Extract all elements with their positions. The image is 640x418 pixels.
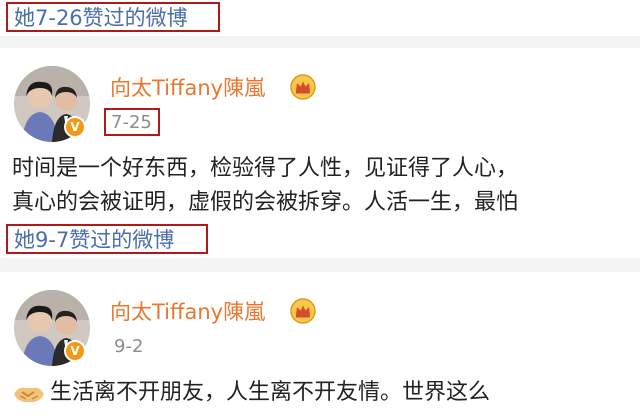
crown-icon [290,298,316,324]
verified-badge-icon: V [64,340,86,362]
liked-date-label: 她9-7赞过的微博 [6,224,208,254]
post-date: 7-25 [104,108,160,136]
post-text-line: 生活离不开朋友，人生离不开友情。世界这么 [50,380,491,405]
post-date: 9-2 [114,336,144,357]
feed-divider [0,258,640,272]
crown-icon [290,74,316,100]
username[interactable]: 向太Tiffany陳嵐 [110,74,265,102]
feed-divider [0,36,640,48]
verified-badge-icon: V [64,116,86,138]
handshake-emoji-icon [14,387,44,402]
post-text-line: 时间是一个好东西，检验得了人性，见证得了人心， [12,156,519,181]
liked-date-label: 她7-26赞过的微博 [6,2,220,32]
post-text-line: 真心的会被证明，虚假的会被拆穿。人活一生，最怕 [12,190,519,215]
username[interactable]: 向太Tiffany陳嵐 [110,298,265,326]
